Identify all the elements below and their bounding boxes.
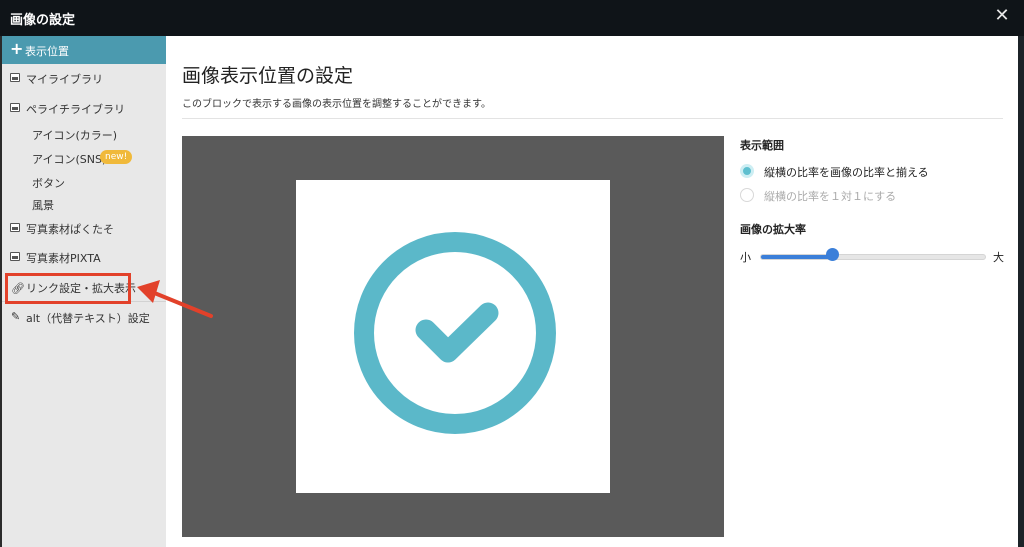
sidebar-item-my-library[interactable]: マイライブラリ [2,68,166,90]
zoom-slider-track[interactable] [760,254,986,260]
zoom-min-label: 小 [740,251,751,264]
sidebar-item-peraichi-library[interactable]: ペライチライブラリ [2,98,166,120]
image-icon [10,73,20,82]
plus-icon: + [10,39,24,58]
sidebar-item-label: 写真素材ぱくたそ [26,223,114,236]
radio-label: 縦横の比率を画像の比率と揃える [764,166,929,179]
zoom-max-label: 大 [993,251,1004,264]
sidebar-subitem-label: アイコン(カラー) [32,129,118,142]
image-preview-area[interactable] [182,136,724,537]
sidebar-item-pakutaso[interactable]: 写真素材ぱくたそ [2,218,166,240]
sidebar-item-label: 写真素材PIXTA [26,252,101,265]
page-description: このブロックで表示する画像の表示位置を調整することができます。 [182,99,491,110]
sidebar-item-label: マイライブラリ [26,73,103,86]
pencil-icon: ✎ [11,310,21,323]
header-divider [182,118,1003,119]
highlight-box [5,273,131,304]
radio-option-keep-ratio[interactable]: 縦横の比率を画像の比率と揃える [740,163,1000,181]
sidebar-item-alt-settings[interactable]: ✎ alt（代替テキスト）設定 [2,307,166,329]
sidebar-item-label: alt（代替テキスト）設定 [26,312,150,325]
zoom-heading: 画像の拡大率 [740,223,806,236]
sidebar: + 表示位置 マイライブラリ ペライチライブラリ アイコン(カラー) アイコン(… [0,36,166,547]
sidebar-subitem-landscape[interactable]: 風景 [2,194,166,214]
radio-button[interactable] [740,188,754,202]
image-icon [10,252,20,261]
sidebar-subitem-icon-sns[interactable]: アイコン(SNS) new! [2,148,166,168]
sidebar-subitem-icon-color[interactable]: アイコン(カラー) [2,124,166,144]
preview-image[interactable] [296,180,610,493]
close-icon[interactable]: ✕ [994,6,1010,26]
sidebar-item-display-position[interactable]: + 表示位置 [2,36,166,64]
sidebar-item-label: 表示位置 [25,45,69,58]
new-badge: new! [100,150,133,164]
sidebar-item-label: ペライチライブラリ [26,103,125,116]
sidebar-subitem-label: 風景 [32,199,54,212]
image-icon [10,103,20,112]
check-circle-icon [354,232,556,434]
dialog-title: 画像の設定 [10,13,76,28]
sidebar-subitem-label: アイコン(SNS) [32,153,107,166]
dialog-titlebar: 画像の設定 ✕ [0,0,1024,36]
page-title: 画像表示位置の設定 [182,65,354,87]
zoom-slider-fill [761,255,833,259]
radio-option-square[interactable]: 縦横の比率を１対１にする [740,187,1000,205]
sidebar-item-pixta[interactable]: 写真素材PIXTA [2,247,166,269]
radio-button-selected[interactable] [740,164,754,178]
display-range-heading: 表示範囲 [740,139,784,152]
sidebar-subitem-button[interactable]: ボタン [2,172,166,192]
radio-label: 縦横の比率を１対１にする [764,190,897,203]
window-edge [1018,36,1024,547]
main-panel: 画像表示位置の設定 このブロックで表示する画像の表示位置を調整することができます… [166,36,1018,547]
sidebar-subitem-label: ボタン [32,177,65,190]
image-icon [10,223,20,232]
